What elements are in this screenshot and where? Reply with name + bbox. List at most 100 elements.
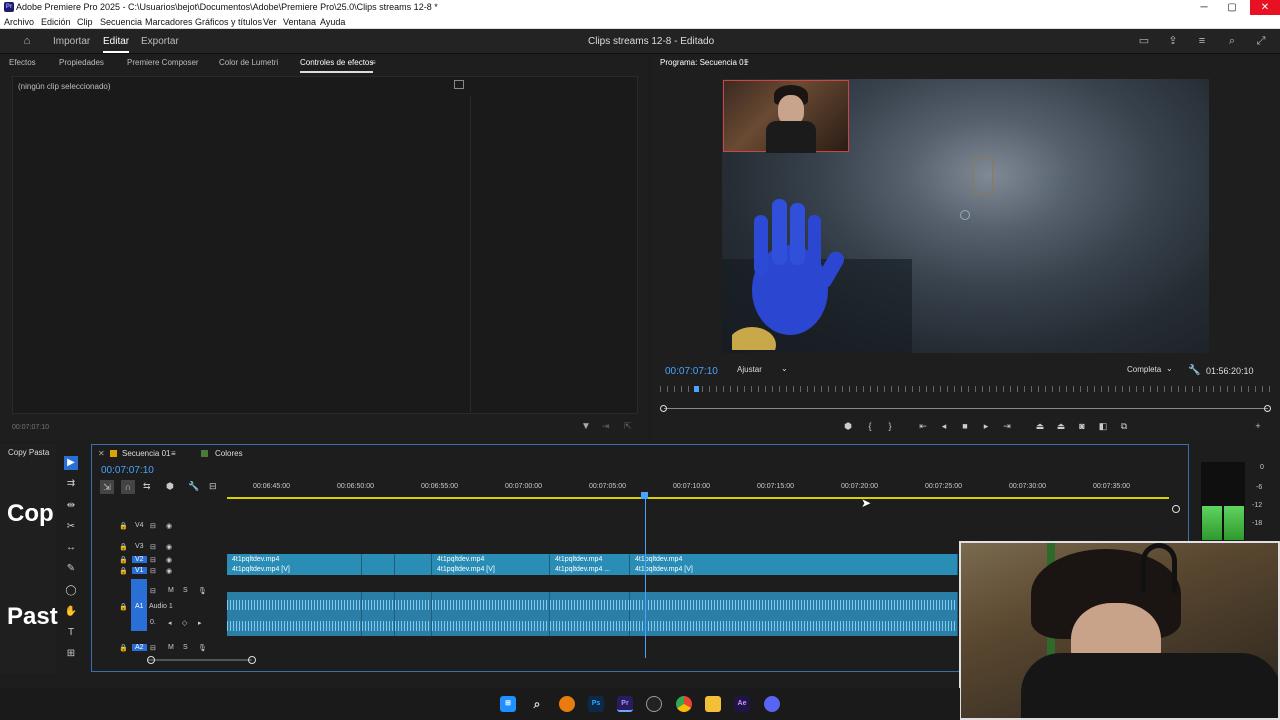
lock-icon[interactable]: 🔒 <box>119 567 128 575</box>
timeline-ruler[interactable]: 00:06:45:00 00:06:50:00 00:06:55:00 00:0… <box>227 481 1177 501</box>
slip-icon[interactable]: ↔ <box>64 541 78 555</box>
tab-color-lumetri[interactable]: Color de Lumetri <box>219 58 278 67</box>
photoshop-icon[interactable]: Ps <box>588 696 604 712</box>
mark-in-icon[interactable]: { <box>864 420 876 432</box>
search-icon[interactable]: ⌕ <box>1225 34 1239 48</box>
program-ruler[interactable] <box>660 386 1272 392</box>
hand-icon[interactable]: ✋ <box>64 605 78 619</box>
close-tab-icon[interactable]: ✕ <box>98 449 105 458</box>
timeline-menu-icon[interactable]: ≡ <box>171 449 176 458</box>
menu-clip[interactable]: Clip <box>77 17 93 27</box>
vertical-zoom-handle[interactable] <box>1172 505 1180 513</box>
tab-exportar[interactable]: Exportar <box>141 36 179 47</box>
horizontal-zoom-bar[interactable] <box>148 659 252 661</box>
solo-button[interactable]: S <box>183 587 188 594</box>
work-area-bar[interactable] <box>227 497 1169 499</box>
captions-icon[interactable]: ⊞ <box>64 647 78 661</box>
microphone-icon[interactable]: 🎙 <box>198 587 207 595</box>
captions-track-icon[interactable]: ⊟ <box>209 481 217 492</box>
export-icon[interactable]: ⇱ <box>624 421 632 432</box>
keyframe-prev-icon[interactable]: ◂ <box>168 619 172 627</box>
eye-icon[interactable]: ◉ <box>166 522 172 530</box>
lift-icon[interactable]: ⏏ <box>1034 420 1046 432</box>
program-menu-icon[interactable]: ≡ <box>744 57 749 66</box>
sync-icon[interactable]: ⊟ <box>150 644 156 652</box>
sync-icon[interactable]: ⊟ <box>150 543 156 551</box>
video-clip[interactable]: 4t1pqltdev.mp4 4t1pqltdev.mp4 [V] <box>227 554 362 575</box>
chrome-icon[interactable] <box>676 696 692 712</box>
lock-icon[interactable]: 🔒 <box>119 543 128 551</box>
tab-colores[interactable]: Colores <box>215 449 243 458</box>
zoom-handle-left[interactable] <box>147 656 155 664</box>
lock-icon[interactable]: 🔒 <box>119 522 128 530</box>
mark-out-icon[interactable]: } <box>884 420 896 432</box>
audio-clip[interactable] <box>362 592 395 636</box>
sync-icon[interactable]: ⊟ <box>150 522 156 530</box>
zoom-handle-right[interactable] <box>248 656 256 664</box>
step-forward-icon[interactable]: ▸ <box>980 420 992 432</box>
eye-icon[interactable]: ◉ <box>166 543 172 551</box>
proxy-icon[interactable]: ⧉ <box>1118 420 1130 432</box>
audio-clip[interactable] <box>630 592 958 636</box>
step-back-icon[interactable]: ◂ <box>938 420 950 432</box>
program-timecode[interactable]: 00:07:07:10 <box>665 366 718 377</box>
zoom-handle-left[interactable] <box>660 405 667 412</box>
close-button[interactable]: ✕ <box>1250 0 1280 15</box>
menu-secuencia[interactable]: Secuencia <box>100 17 142 27</box>
premiere-icon[interactable]: Pr <box>617 696 633 712</box>
add-button-icon[interactable]: + <box>1252 420 1264 432</box>
keyframe-add-icon[interactable]: ◇ <box>182 619 187 627</box>
selection-tool-icon[interactable]: ▶ <box>64 456 78 470</box>
panel-expand-icon[interactable] <box>454 80 464 89</box>
discord-icon[interactable] <box>764 696 780 712</box>
ripple-edit-icon[interactable]: ⇹ <box>64 499 78 513</box>
tab-efectos[interactable]: Efectos <box>9 58 36 67</box>
timeline-playhead[interactable] <box>645 492 646 658</box>
sync-icon[interactable]: ⊟ <box>150 587 156 595</box>
zoom-handle-right[interactable] <box>1264 405 1271 412</box>
menu-lines-icon[interactable]: ≡ <box>1195 34 1209 48</box>
lock-icon[interactable]: 🔒 <box>119 644 128 652</box>
video-clip[interactable] <box>395 554 432 575</box>
volume-knob[interactable]: 0. <box>150 619 156 626</box>
settings-wrench-icon[interactable]: 🔧 <box>188 481 199 492</box>
go-to-in-icon[interactable]: ⇤ <box>917 420 929 432</box>
sync-icon[interactable]: ⊟ <box>150 567 156 575</box>
project-panel-label[interactable]: Copy Pasta <box>8 448 49 457</box>
menu-marcadores[interactable]: Marcadores <box>145 17 193 27</box>
nest-icon[interactable]: ⇲ <box>100 480 114 494</box>
tab-premiere-composer[interactable]: Premiere Composer <box>127 58 199 67</box>
keyframe-next-icon[interactable]: ▸ <box>198 619 202 627</box>
track-v2-label[interactable]: V2 <box>132 556 147 563</box>
audio-clip[interactable] <box>395 592 432 636</box>
stop-icon[interactable]: ■ <box>959 420 971 432</box>
lock-icon[interactable]: 🔒 <box>119 603 128 611</box>
panel-menu-icon[interactable]: ≡ <box>371 58 376 67</box>
track-v1-label[interactable]: V1 <box>132 567 147 574</box>
audio-clip[interactable] <box>432 592 550 636</box>
quality-dropdown[interactable]: Completa ⌄ <box>1124 363 1176 378</box>
ripple-icon[interactable]: ⇥ <box>602 421 610 432</box>
add-marker-timeline-icon[interactable]: ⬢ <box>166 481 174 492</box>
after-effects-icon[interactable]: Ae <box>734 696 750 712</box>
search-icon[interactable]: ⌕ <box>529 696 545 712</box>
pen-icon[interactable]: ✎ <box>64 562 78 576</box>
track-a2-label[interactable]: A2 <box>132 644 147 651</box>
menu-graficos[interactable]: Gráficos y títulos <box>195 17 262 27</box>
go-to-out-icon[interactable]: ⇥ <box>1001 420 1013 432</box>
minimize-button[interactable]: ─ <box>1190 0 1218 15</box>
eye-icon[interactable]: ◉ <box>166 567 172 575</box>
mute-button[interactable]: M <box>168 644 174 651</box>
microphone-icon[interactable]: 🎙 <box>198 644 207 652</box>
export-frame-icon[interactable]: ◙ <box>1076 420 1088 432</box>
blender-icon[interactable] <box>559 696 575 712</box>
video-clip[interactable] <box>362 554 395 575</box>
fullscreen-icon[interactable]: ⤢ <box>1254 34 1268 48</box>
add-marker-icon[interactable]: ⬢ <box>842 420 854 432</box>
fit-dropdown[interactable]: Ajustar ⌄ <box>733 363 793 378</box>
zoom-scrollbar[interactable] <box>664 408 1268 409</box>
tab-secuencia-01[interactable]: Secuencia 01 <box>122 449 170 458</box>
home-icon[interactable]: ⌂ <box>20 34 34 48</box>
eye-icon[interactable]: ◉ <box>166 556 172 564</box>
type-icon[interactable]: T <box>64 626 78 640</box>
